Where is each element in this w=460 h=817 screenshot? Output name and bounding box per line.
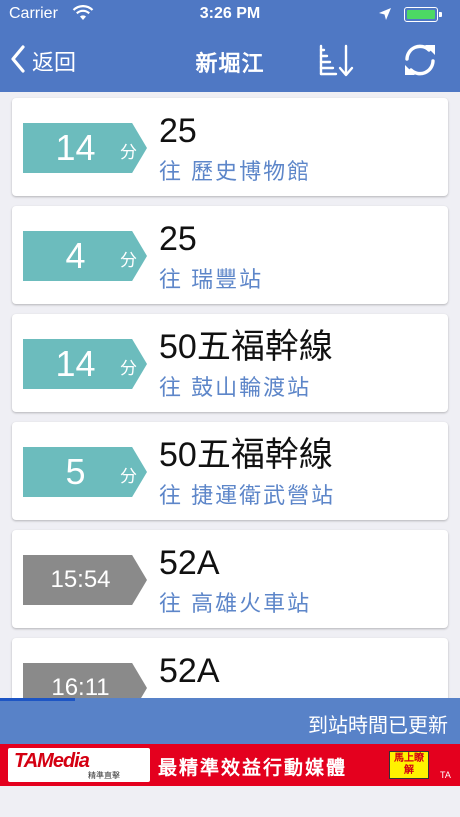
route-name: 25 bbox=[159, 112, 197, 150]
ad-brand-sub: 精準直擊 bbox=[88, 771, 120, 780]
scheduled-time: 15:54 bbox=[50, 566, 111, 593]
sort-button[interactable] bbox=[318, 42, 356, 83]
route-destination: 往 瑞豐站 bbox=[159, 267, 264, 292]
sort-icon bbox=[318, 44, 356, 82]
route-destination: 往 歷史博物館 bbox=[159, 159, 312, 184]
refresh-progress-bar bbox=[0, 698, 75, 701]
eta-unit: 分 bbox=[120, 467, 137, 486]
scheduled-time: 16:11 bbox=[51, 674, 110, 698]
nav-bar: 返回 新堀江 bbox=[0, 30, 460, 92]
refresh-icon bbox=[401, 44, 439, 82]
page-title: 新堀江 bbox=[195, 51, 265, 76]
eta-badge: 5 分 bbox=[23, 447, 147, 497]
battery-icon bbox=[404, 7, 442, 22]
ad-corner-mark: TA bbox=[440, 770, 451, 780]
route-destination: 往 高雄火車站 bbox=[159, 591, 312, 616]
route-name: 50五福幹線 bbox=[159, 436, 333, 474]
eta-badge: 14 分 bbox=[23, 339, 147, 389]
route-name: 25 bbox=[159, 220, 197, 258]
ad-logo: TAMedia 精準直擊 bbox=[8, 748, 150, 782]
update-notice-text: 到站時間已更新 bbox=[308, 715, 448, 737]
eta-unit: 分 bbox=[120, 359, 137, 378]
bottom-safe-area bbox=[0, 786, 460, 817]
arrival-list[interactable]: 14 分 25 往 歷史博物館 4 分 25 往 瑞豐站 14 分 50五福幹線… bbox=[0, 92, 460, 698]
top-bar: Carrier 3:26 PM 返回 新堀江 bbox=[0, 0, 460, 92]
eta-unit: 分 bbox=[120, 251, 137, 270]
arrival-card[interactable]: 16:11 52A bbox=[12, 638, 448, 698]
arrival-card[interactable]: 4 分 25 往 瑞豐站 bbox=[12, 206, 448, 304]
ad-cta-button[interactable]: 馬上瞭解 bbox=[389, 751, 429, 779]
route-destination: 往 鼓山輪渡站 bbox=[159, 375, 312, 400]
eta-minutes: 4 bbox=[65, 235, 86, 276]
route-name: 52A bbox=[159, 652, 220, 690]
route-destination: 往 捷運衛武營站 bbox=[159, 483, 336, 508]
scheduled-time-badge: 15:54 bbox=[23, 555, 147, 605]
arrival-card[interactable]: 14 分 25 往 歷史博物館 bbox=[12, 98, 448, 196]
eta-badge: 4 分 bbox=[23, 231, 147, 281]
location-arrow-icon bbox=[378, 7, 392, 26]
eta-unit: 分 bbox=[120, 143, 137, 162]
arrival-card[interactable]: 5 分 50五福幹線 往 捷運衛武營站 bbox=[12, 422, 448, 520]
eta-minutes: 14 bbox=[55, 343, 96, 384]
status-bar: Carrier 3:26 PM bbox=[0, 0, 460, 30]
ad-brand: TAMedia bbox=[14, 750, 90, 772]
route-name: 50五福幹線 bbox=[159, 328, 333, 366]
refresh-button[interactable] bbox=[401, 42, 439, 83]
arrival-card[interactable]: 14 分 50五福幹線 往 鼓山輪渡站 bbox=[12, 314, 448, 412]
ad-slogan: 最精準效益行動媒體 bbox=[158, 758, 348, 779]
eta-badge: 14 分 bbox=[23, 123, 147, 173]
arrival-card[interactable]: 15:54 52A 往 高雄火車站 bbox=[12, 530, 448, 628]
eta-minutes: 5 bbox=[65, 451, 86, 492]
route-name: 52A bbox=[159, 544, 220, 582]
update-notice-bar: 到站時間已更新 bbox=[0, 698, 460, 744]
ad-banner[interactable]: TAMedia 精準直擊 最精準效益行動媒體 馬上瞭解 TA bbox=[0, 744, 460, 786]
eta-minutes: 14 bbox=[55, 127, 96, 168]
scheduled-time-badge: 16:11 bbox=[23, 663, 147, 698]
